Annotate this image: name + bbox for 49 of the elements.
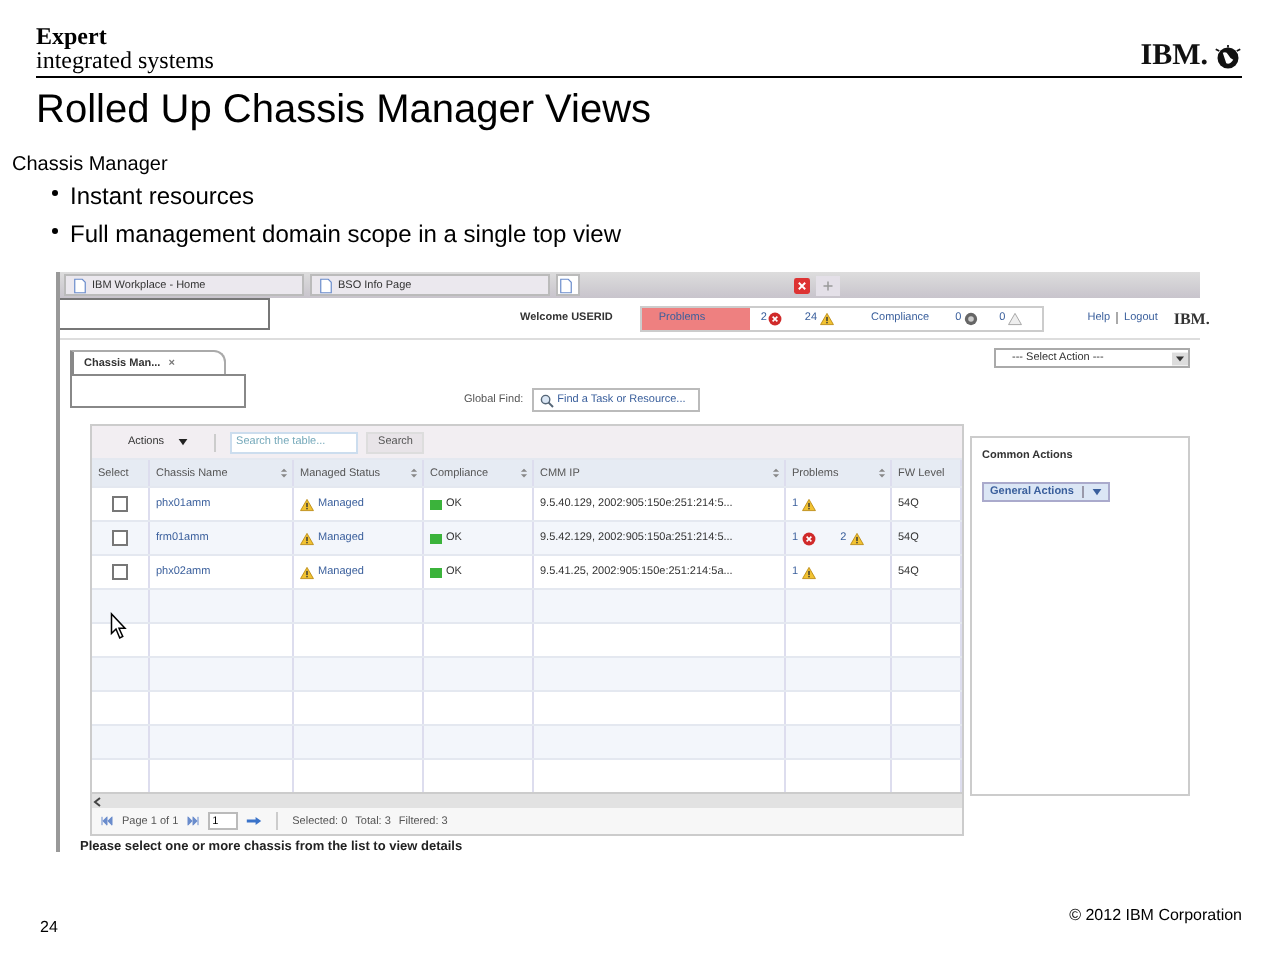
section-heading: Chassis Manager	[12, 152, 170, 178]
ok-icon	[430, 567, 442, 577]
copyright-text: © 2012 IBM Corporation	[1069, 906, 1242, 924]
triangle-outline-icon	[1007, 311, 1022, 325]
bullet-icon	[52, 190, 58, 196]
warning-icon	[802, 497, 817, 511]
ok-icon	[430, 499, 442, 509]
scroll-left-icon[interactable]	[92, 795, 104, 807]
sort-icon	[280, 468, 288, 478]
last-page-icon[interactable]	[186, 816, 201, 826]
search-icon	[539, 393, 554, 407]
sort-icon	[772, 468, 780, 478]
close-icon[interactable]	[794, 277, 810, 293]
ok-icon	[430, 533, 442, 543]
bullet-icon	[52, 228, 58, 234]
sort-icon	[520, 468, 528, 478]
page-icon	[74, 277, 86, 293]
first-page-icon[interactable]	[100, 816, 114, 826]
page-number: 24	[40, 918, 58, 936]
row-checkbox[interactable]	[112, 530, 128, 546]
bullet-text: Instant resources	[70, 180, 255, 214]
caret-icon	[178, 438, 189, 446]
page-icon	[560, 277, 572, 293]
go-arrow-icon[interactable]	[246, 816, 263, 826]
slide-title: Rolled Up Chassis Manager Views	[36, 86, 654, 134]
caret-icon	[1172, 351, 1188, 365]
caret-icon	[1091, 488, 1102, 496]
bullet-text: Full management domain scope in a single top view	[70, 218, 621, 252]
plus-icon	[822, 279, 834, 291]
row-checkbox[interactable]	[112, 564, 128, 580]
brand-name: Expert	[36, 24, 109, 48]
warning-icon	[300, 565, 314, 579]
page-icon	[320, 277, 332, 293]
warning-icon	[300, 497, 314, 511]
warning-icon	[300, 531, 314, 545]
error-icon	[802, 531, 817, 545]
horizontal-scrollbar[interactable]	[92, 792, 962, 808]
warning-icon	[850, 531, 865, 545]
browser-tab[interactable]	[556, 274, 580, 296]
warning-icon	[819, 311, 834, 325]
sort-icon	[410, 468, 418, 478]
error-icon	[768, 311, 783, 325]
sort-icon	[878, 468, 886, 478]
warning-icon	[802, 565, 817, 579]
brand-tagline: integrated systems	[36, 48, 214, 72]
header-logo: IBM.	[1173, 309, 1210, 327]
status-circle-icon	[963, 311, 978, 325]
logo: IBM.	[1140, 42, 1208, 72]
row-checkbox[interactable]	[112, 496, 128, 512]
